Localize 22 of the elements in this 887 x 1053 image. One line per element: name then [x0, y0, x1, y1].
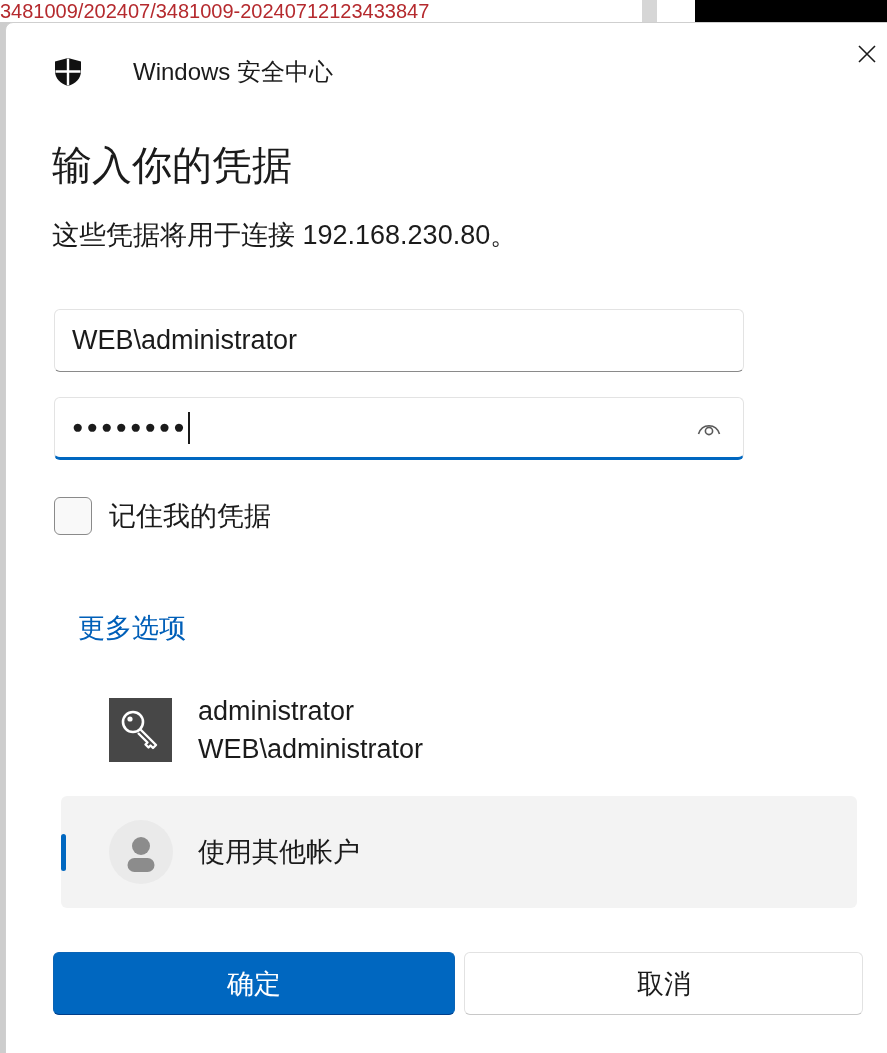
more-options-link[interactable]: 更多选项: [78, 610, 186, 646]
username-field[interactable]: WEB\administrator: [54, 309, 744, 372]
account-name: 使用其他帐户: [198, 836, 360, 869]
account-item[interactable]: administrator WEB\administrator: [61, 674, 857, 786]
cancel-button[interactable]: 取消: [464, 952, 863, 1015]
password-field[interactable]: ●●●●●●●●: [54, 397, 744, 460]
dialog-heading: 输入你的凭据: [52, 142, 292, 189]
dialog-description: 这些凭据将用于连接 192.168.230.80。: [52, 219, 518, 252]
selection-indicator: [61, 833, 66, 871]
checkbox-label[interactable]: 记住我的凭据: [109, 498, 271, 534]
account-name: administrator: [198, 695, 355, 728]
ok-button[interactable]: 确定: [53, 952, 455, 1015]
account-item[interactable]: 使用其他帐户: [61, 796, 857, 908]
key-icon: [109, 698, 172, 762]
close-icon: [858, 45, 876, 63]
text-cursor: [187, 411, 190, 444]
background-text: 3481009/202407/3481009-20240712123433847: [0, 0, 430, 22]
app-title: Windows 安全中心: [133, 57, 334, 87]
account-detail: WEB\administrator: [198, 733, 424, 766]
shield-icon: [52, 57, 84, 87]
checkbox[interactable]: [54, 497, 92, 535]
person-icon: [109, 820, 173, 884]
